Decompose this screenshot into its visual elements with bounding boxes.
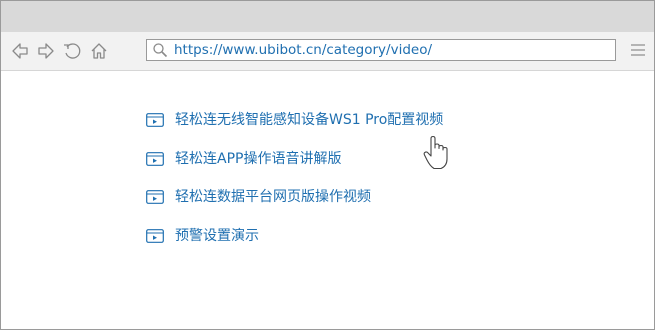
forward-arrow-icon[interactable]: [36, 41, 56, 61]
link-label[interactable]: 预警设置演示: [175, 226, 259, 246]
url-text[interactable]: https://www.ubibot.cn/category/video/: [174, 40, 432, 60]
navigation-bar: https://www.ubibot.cn/category/video/: [1, 32, 654, 71]
video-icon: [146, 152, 164, 166]
video-icon: [146, 229, 164, 243]
refresh-icon[interactable]: [62, 41, 82, 61]
browser-window: https://www.ubibot.cn/category/video/ 轻松…: [0, 0, 655, 330]
address-bar[interactable]: https://www.ubibot.cn/category/video/: [146, 39, 616, 61]
link-label[interactable]: 轻松连APP操作语音讲解版: [175, 149, 341, 169]
hand-pointer-cursor-icon: [423, 135, 448, 170]
video-icon: [146, 190, 164, 204]
search-icon: [153, 43, 168, 58]
back-arrow-icon[interactable]: [10, 41, 30, 61]
home-icon[interactable]: [89, 41, 109, 61]
hamburger-menu-icon[interactable]: [631, 43, 645, 57]
title-bar: [1, 1, 654, 32]
link-label[interactable]: 轻松连无线智能感知设备WS1 Pro配置视频: [175, 110, 443, 130]
link-label[interactable]: 轻松连数据平台网页版操作视频: [175, 187, 371, 207]
video-icon: [146, 113, 164, 127]
